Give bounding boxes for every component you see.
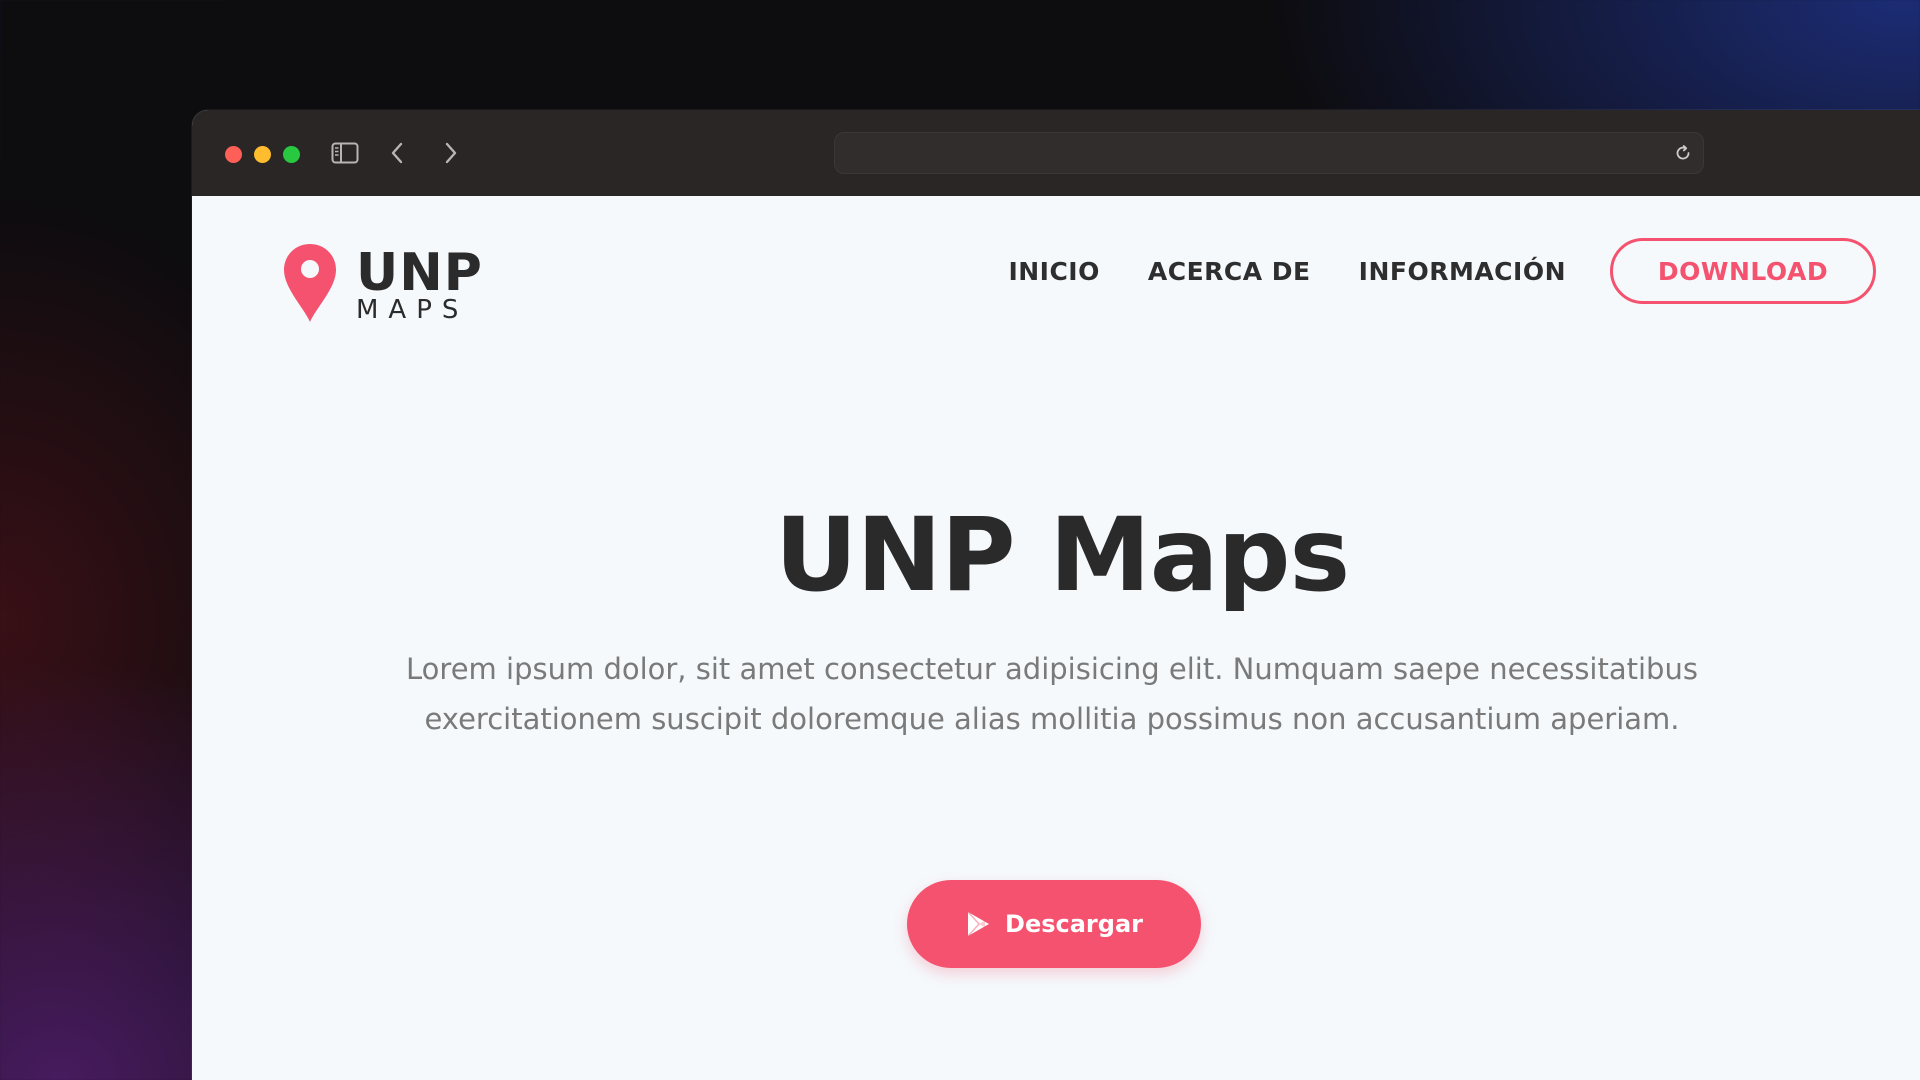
descargar-button-label: Descargar (1005, 910, 1143, 938)
play-store-icon (965, 910, 991, 938)
sidebar-toggle-icon[interactable] (330, 138, 360, 168)
logo-sub-text: MAPS (356, 295, 469, 325)
hero-title: UNP Maps (774, 496, 1351, 615)
window-controls (225, 146, 300, 163)
nav-link-acerca-de[interactable]: ACERCA DE (1148, 257, 1311, 286)
chevron-right-icon[interactable] (436, 138, 466, 168)
web-page: UNP MAPS INICIO ACERCA DE INFORMACIÓN DO… (192, 196, 1920, 1080)
logo-main-text: UNP (356, 243, 483, 303)
download-button[interactable]: DOWNLOAD (1610, 238, 1876, 304)
logo-text: UNP MAPS (356, 247, 483, 323)
address-bar[interactable] (834, 132, 1704, 174)
descargar-button[interactable]: Descargar (907, 880, 1201, 968)
site-logo[interactable]: UNP MAPS (282, 242, 483, 328)
reload-icon[interactable] (1673, 143, 1693, 163)
browser-toolbar (192, 110, 1920, 196)
hero-description: Lorem ipsum dolor, sit amet consectetur … (406, 652, 1698, 736)
minimize-window-button[interactable] (254, 146, 271, 163)
main-nav: INICIO ACERCA DE INFORMACIÓN DOWNLOAD (1008, 238, 1876, 304)
chevron-left-icon[interactable] (382, 138, 412, 168)
nav-link-informacion[interactable]: INFORMACIÓN (1359, 257, 1566, 286)
map-pin-icon (282, 242, 338, 328)
close-window-button[interactable] (225, 146, 242, 163)
nav-link-inicio[interactable]: INICIO (1008, 257, 1099, 286)
zoom-window-button[interactable] (283, 146, 300, 163)
browser-window: UNP MAPS INICIO ACERCA DE INFORMACIÓN DO… (192, 110, 1920, 1080)
